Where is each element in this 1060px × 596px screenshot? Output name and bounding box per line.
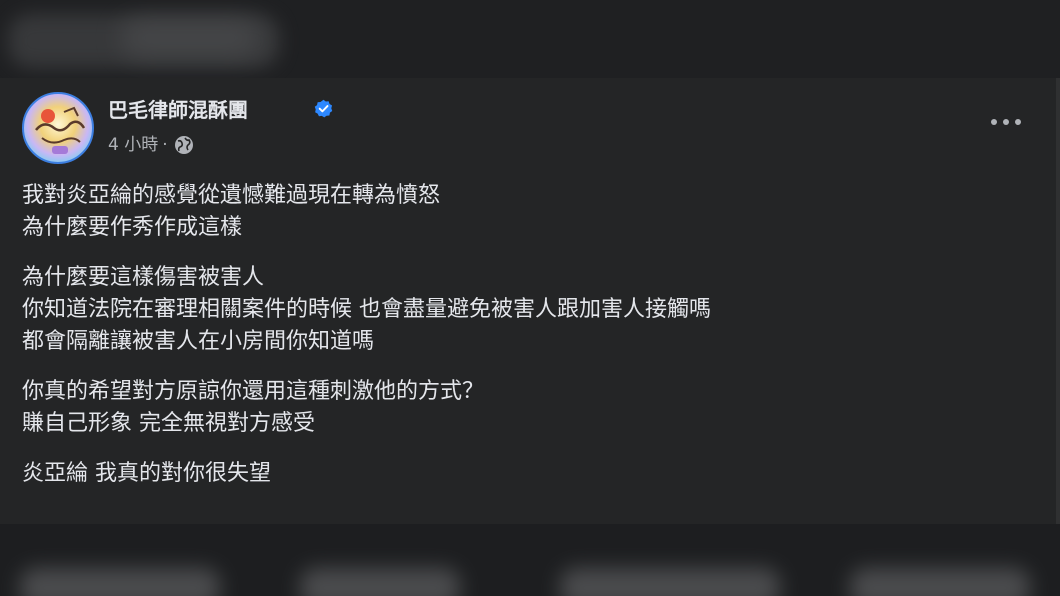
post-text-line: 賺自己形象 完全無視對方感受 — [22, 411, 315, 436]
post-paragraph: 為什麼要這樣傷害被害人 你知道法院在審理相關案件的時候 也會盡量避免被害人跟加害… — [22, 262, 1022, 358]
post-timestamp[interactable]: 4 小時 — [108, 134, 158, 156]
post-text-line: 我對炎亞綸的感覺從遺憾難過現在轉為憤怒 — [22, 183, 441, 208]
blurred-region — [120, 18, 260, 58]
blurred-next-content — [0, 524, 1060, 596]
post-text-line: 都會隔離讓被害人在小房間你知道嗎 — [22, 329, 375, 354]
post-body: 我對炎亞綸的感覺從遺憾難過現在轉為憤怒 為什麼要作秀作成這樣 為什麼要這樣傷害被… — [22, 180, 1022, 508]
verified-badge-icon — [314, 99, 333, 118]
post-paragraph: 你真的希望對方原諒你還用這種刺激他的方式？ 賺自己形象 完全無視對方感受 — [22, 376, 1022, 440]
page-avatar[interactable] — [22, 92, 94, 164]
blurred-region — [20, 568, 220, 596]
page-name-link[interactable]: 巴毛律師混酥團 — [108, 96, 248, 124]
meta-separator: · — [162, 135, 168, 155]
avatar-illustration-icon — [35, 106, 86, 154]
post-text-line: 你知道法院在審理相關案件的時候 也會盡量避免被害人跟加害人接觸嗎 — [22, 297, 711, 322]
blurred-region — [560, 568, 780, 596]
blurred-previous-content — [0, 0, 1060, 78]
post-paragraph: 炎亞綸 我真的對你很失望 — [22, 458, 1022, 490]
post-card: 巴毛律師混酥團 4 小時 · 我對炎亞綸的感覺從遺憾難過現在轉為憤怒 為什麼要作… — [0, 78, 1060, 524]
post-text-line: 炎亞綸 我真的對你很失望 — [22, 461, 271, 486]
more-options-icon — [991, 119, 1021, 125]
post-text-line: 你真的希望對方原諒你還用這種刺激他的方式？ — [22, 379, 485, 404]
post-meta: 4 小時 · — [108, 134, 194, 156]
post-paragraph: 我對炎亞綸的感覺從遺憾難過現在轉為憤怒 為什麼要作秀作成這樣 — [22, 180, 1022, 244]
post-text-line: 為什麼要這樣傷害被害人 — [22, 265, 265, 290]
blurred-region — [850, 568, 1030, 596]
more-options-button[interactable] — [986, 108, 1026, 136]
globe-icon[interactable] — [174, 135, 194, 155]
blurred-region — [300, 568, 460, 596]
post-text-line: 為什麼要作秀作成這樣 — [22, 215, 243, 240]
